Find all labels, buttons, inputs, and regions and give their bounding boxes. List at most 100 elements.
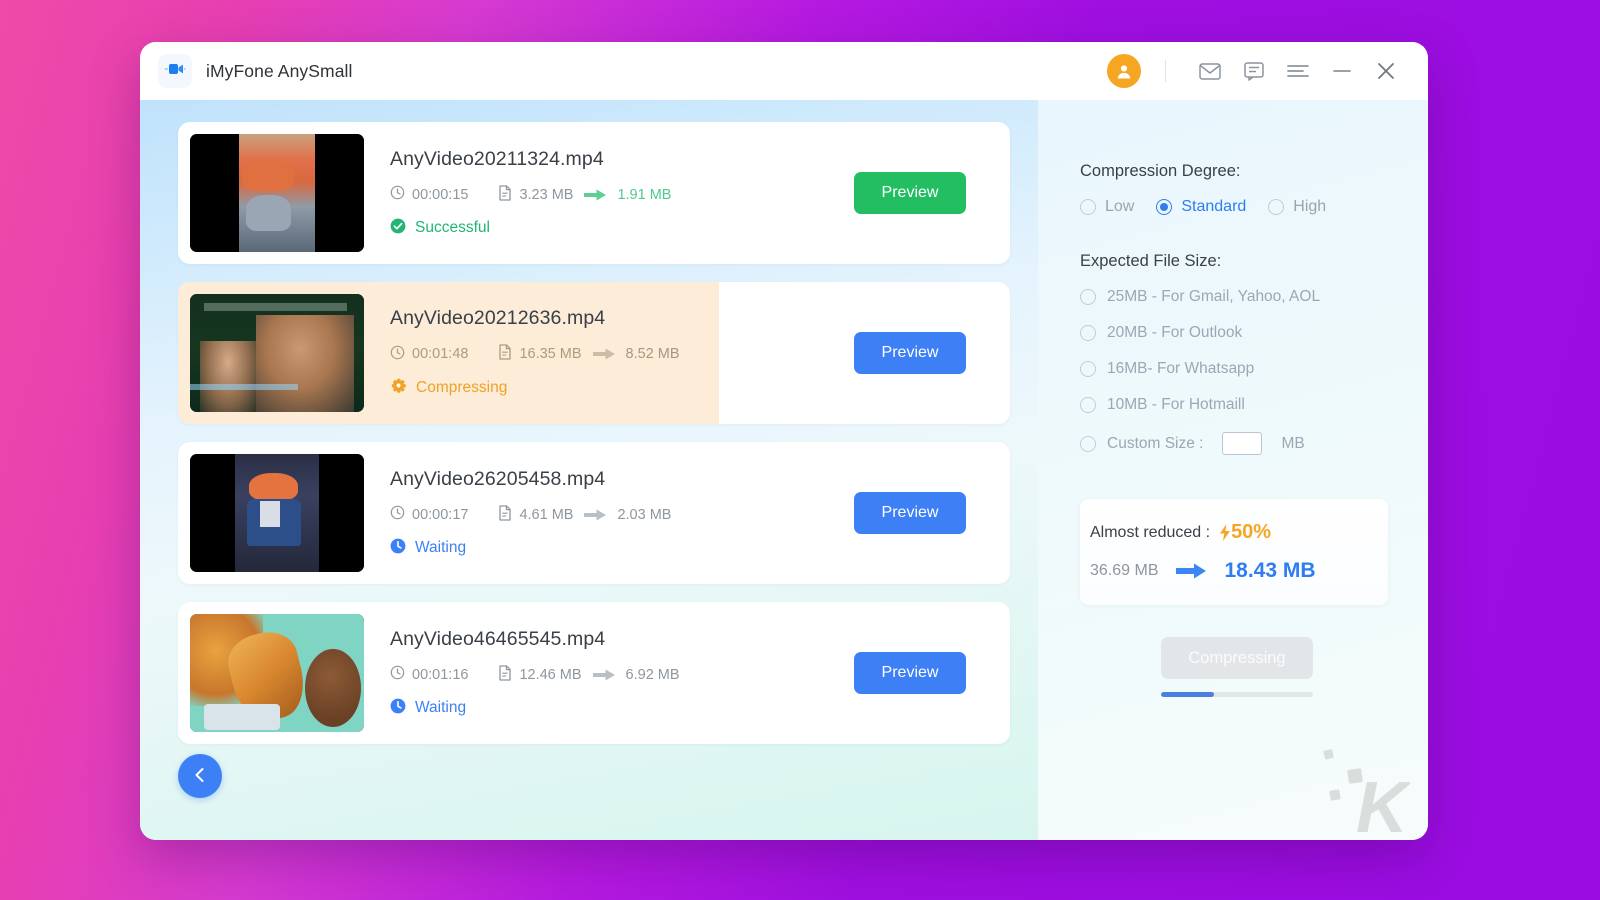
file-name: AnyVideo20212636.mp4	[390, 307, 606, 329]
svg-text:K: K	[1356, 768, 1410, 836]
status-label: Compressing	[416, 379, 508, 396]
radio-button[interactable]	[1080, 199, 1096, 215]
original-size: 12.46 MB	[498, 664, 582, 685]
duration: 00:00:17	[390, 505, 468, 524]
preview-button[interactable]: Preview	[854, 652, 966, 694]
size-option[interactable]: 25MB - For Gmail, Yahoo, AOL	[1080, 288, 1394, 306]
degree-option-low[interactable]: Low	[1080, 198, 1134, 216]
close-icon[interactable]	[1364, 51, 1408, 91]
degree-label: High	[1293, 198, 1327, 215]
file-icon	[498, 504, 512, 525]
reduced-line: Almost reduced : 50%	[1090, 521, 1388, 544]
duration: 00:01:16	[390, 665, 468, 684]
custom-size-option[interactable]: Custom Size : MB	[1080, 432, 1394, 455]
file-card[interactable]: AnyVideo20211324.mp4 00:00:15 3.23 MB 1.…	[178, 122, 1010, 264]
watermark: K	[1300, 736, 1413, 840]
degree-option-high[interactable]: High	[1268, 198, 1326, 216]
status-label: Waiting	[415, 539, 467, 556]
file-meta: 00:00:17 4.61 MB 2.03 MB	[390, 504, 854, 525]
titlebar-controls	[1107, 51, 1408, 91]
minimize-icon[interactable]	[1320, 51, 1364, 91]
file-name: AnyVideo26205458.mp4	[390, 467, 606, 490]
video-thumbnail[interactable]	[190, 454, 364, 572]
status-label: Waiting	[415, 699, 467, 716]
status-badge: Waiting	[390, 698, 854, 719]
status-label: Successful	[415, 219, 490, 236]
chat-message-icon[interactable]	[1232, 51, 1276, 91]
clock-icon	[390, 665, 405, 684]
file-card-list: AnyVideo20211324.mp4 00:00:15 3.23 MB 1.…	[178, 122, 1010, 744]
clock-icon	[390, 505, 405, 524]
size-option[interactable]: 20MB - For Outlook	[1080, 324, 1394, 342]
status-badge: Waiting	[390, 538, 854, 559]
clock-icon	[390, 345, 405, 364]
original-size: 3.23 MB	[498, 184, 573, 205]
gear-icon	[390, 377, 407, 399]
arrow-right-icon	[592, 668, 616, 682]
app-title: iMyFone AnySmall	[206, 60, 353, 81]
file-icon	[498, 664, 512, 685]
custom-size-unit: MB	[1281, 434, 1305, 452]
file-card[interactable]: AnyVideo46465545.mp4 00:01:16 12.46 MB 6…	[178, 602, 1010, 744]
duration-value: 00:01:16	[412, 666, 469, 683]
clock-icon	[390, 185, 405, 204]
titlebar-divider	[1165, 60, 1166, 82]
compression-degree-label: Compression Degree:	[1080, 162, 1241, 180]
chevron-left-icon	[192, 766, 208, 787]
radio-button[interactable]	[1080, 435, 1096, 452]
arrow-right-icon	[1174, 561, 1208, 581]
radio-button[interactable]	[1156, 199, 1173, 215]
custom-size-label: Custom Size :	[1107, 434, 1204, 452]
lightning-bolt-icon	[1219, 524, 1231, 541]
size-option[interactable]: 10MB - For Hotmaill	[1080, 396, 1394, 414]
file-info: AnyVideo20212636.mp4 00:01:48 16.35 MB 8…	[364, 307, 854, 399]
original-size-value: 12.46 MB	[519, 666, 582, 683]
compressed-size-value: 6.92 MB	[625, 666, 680, 683]
hamburger-menu-icon[interactable]	[1276, 51, 1320, 91]
compressed-size-value: 8.52 MB	[625, 346, 680, 362]
duration: 00:01:48	[390, 345, 468, 364]
preview-button[interactable]: Preview	[854, 492, 966, 534]
file-name: AnyVideo20211324.mp4	[390, 147, 604, 170]
degree-label: Low	[1105, 198, 1135, 215]
back-button[interactable]	[178, 754, 222, 798]
radio-button[interactable]	[1268, 199, 1285, 215]
original-size: 16.35 MB	[498, 344, 582, 364]
user-avatar-icon[interactable]	[1107, 54, 1141, 88]
video-camera-icon	[164, 61, 186, 82]
settings-pane: Compression Degree: Low Standard High Ex…	[1038, 100, 1428, 840]
file-card[interactable]: AnyVideo26205458.mp4 00:00:17 4.61 MB 2.…	[178, 442, 1010, 584]
video-thumbnail[interactable]	[190, 134, 364, 252]
arrow-right-icon	[583, 188, 607, 202]
file-icon	[498, 184, 512, 205]
file-name: AnyVideo46465545.mp4	[390, 627, 606, 650]
custom-size-input[interactable]	[1222, 432, 1263, 455]
size-option-label: 25MB - For Gmail, Yahoo, AOL	[1107, 288, 1321, 305]
file-card[interactable]: AnyVideo20212636.mp4 00:01:48 16.35 MB 8…	[178, 282, 1010, 424]
file-meta: 00:00:15 3.23 MB 1.91 MB	[390, 184, 854, 205]
size-option-label: 10MB - For Hotmaill	[1107, 396, 1245, 413]
size-option[interactable]: 16MB- For Whatsapp	[1080, 360, 1394, 378]
radio-button[interactable]	[1080, 361, 1096, 377]
arrow-right-icon	[583, 508, 607, 522]
radio-button[interactable]	[1080, 289, 1096, 305]
mail-icon[interactable]	[1188, 51, 1232, 91]
video-thumbnail[interactable]	[190, 614, 364, 732]
original-size-value: 16.35 MB	[519, 346, 582, 362]
size-option-label: 20MB - For Outlook	[1107, 324, 1243, 341]
duration-value: 00:00:15	[412, 186, 469, 203]
reduced-percent: 50%	[1231, 521, 1272, 543]
size-option-label: 16MB- For Whatsapp	[1107, 360, 1255, 377]
original-size-value: 4.61 MB	[519, 506, 574, 523]
compression-degree-group: Low Standard High	[1080, 198, 1394, 216]
app-logo	[158, 54, 192, 88]
degree-option-standard[interactable]: Standard	[1156, 198, 1246, 216]
compress-button[interactable]: Compressing	[1161, 637, 1313, 679]
radio-button[interactable]	[1080, 397, 1096, 413]
preview-button[interactable]: Preview	[854, 332, 966, 374]
original-size: 4.61 MB	[498, 504, 574, 525]
radio-button[interactable]	[1080, 325, 1096, 341]
preview-button[interactable]: Preview	[854, 172, 966, 214]
duration-value: 00:01:48	[412, 346, 469, 362]
video-thumbnail[interactable]	[190, 294, 364, 412]
